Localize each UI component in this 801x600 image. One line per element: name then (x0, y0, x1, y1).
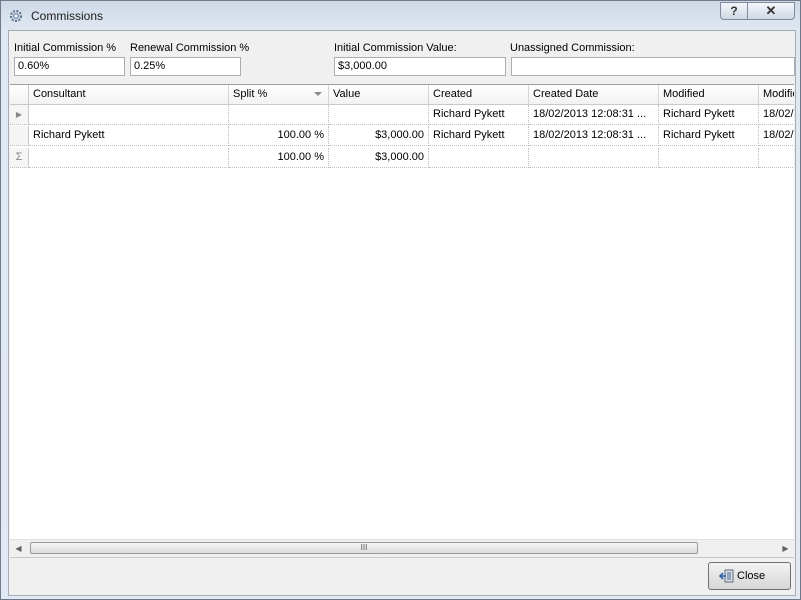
renewal-commission-pct-label: Renewal Commission % (130, 42, 250, 54)
cell-consultant[interactable] (29, 105, 229, 125)
table-row[interactable]: Richard Pykett 100.00 % $3,000.00 Richar… (10, 126, 794, 146)
summary-row: Σ 100.00 % $3,000.00 (10, 148, 794, 168)
column-header-modified-date[interactable]: Modifie (759, 85, 794, 105)
cell-created-date[interactable]: 18/02/2013 12:08:31 ... (529, 105, 659, 125)
cell-created[interactable]: Richard Pykett (429, 126, 529, 146)
scrollbar-thumb[interactable]: III (30, 542, 698, 554)
row-indicator-header (10, 85, 29, 105)
renewal-commission-pct-field[interactable]: 0.25% (130, 57, 241, 76)
cell-created[interactable]: Richard Pykett (429, 105, 529, 125)
help-button[interactable]: ? (720, 2, 748, 20)
window-close-button[interactable]: ✕ (747, 2, 795, 20)
close-button-label: Close (737, 570, 766, 582)
commissions-window: Commissions ? ✕ Initial Commission % 0.6… (0, 0, 801, 600)
column-header-created[interactable]: Created (429, 85, 529, 105)
column-header-modified[interactable]: Modified (659, 85, 759, 105)
button-bar: Close (10, 557, 794, 595)
summary-modified (659, 148, 759, 168)
title-bar: Commissions ? ✕ (1, 1, 800, 30)
unassigned-commission-field[interactable] (511, 57, 795, 76)
initial-commission-value-label: Initial Commission Value: (334, 42, 457, 54)
grid-header-row: Consultant Split % Value Created Created… (10, 85, 794, 105)
cell-consultant[interactable]: Richard Pykett (29, 126, 229, 146)
client-area: Initial Commission % 0.60% Renewal Commi… (8, 30, 796, 596)
summary-split-total: 100.00 % (229, 148, 329, 168)
window-title: Commissions (31, 9, 104, 23)
commissions-grid: Consultant Split % Value Created Created… (10, 84, 794, 555)
column-header-value[interactable]: Value (329, 85, 429, 105)
column-header-split[interactable]: Split % (229, 85, 329, 105)
cell-modified[interactable]: Richard Pykett (659, 105, 759, 125)
exit-door-icon (719, 569, 734, 583)
row-indicator-arrow-icon: ▶ (10, 105, 29, 125)
initial-commission-pct-label: Initial Commission % (14, 42, 117, 54)
cell-modified-date[interactable]: 18/02/ (759, 126, 794, 146)
table-row[interactable]: ▶ Richard Pykett 18/02/2013 12:08:31 ...… (10, 105, 794, 125)
scroll-right-icon[interactable]: ▶ (777, 540, 794, 557)
summary-value-total: $3,000.00 (329, 148, 429, 168)
close-button[interactable]: Close (708, 562, 791, 590)
row-indicator (10, 126, 29, 146)
column-header-split-label: Split % (233, 88, 268, 100)
cell-modified-date[interactable]: 18/02/ (759, 105, 794, 125)
cell-value[interactable]: $3,000.00 (329, 126, 429, 146)
cell-split[interactable]: 100.00 % (229, 126, 329, 146)
gear-icon (10, 10, 22, 22)
summary-modified-date (759, 148, 794, 168)
initial-commission-pct-field[interactable]: 0.60% (14, 57, 125, 76)
column-header-consultant[interactable]: Consultant (29, 85, 229, 105)
cell-split[interactable] (229, 105, 329, 125)
summary-consultant (29, 148, 229, 168)
summary-created (429, 148, 529, 168)
column-header-created-date[interactable]: Created Date (529, 85, 659, 105)
cell-value[interactable] (329, 105, 429, 125)
cell-created-date[interactable]: 18/02/2013 12:08:31 ... (529, 126, 659, 146)
sum-icon: Σ (10, 148, 29, 168)
scroll-left-icon[interactable]: ◀ (10, 540, 27, 557)
horizontal-scrollbar[interactable]: ◀ III ▶ (10, 539, 794, 557)
sort-descending-icon (314, 92, 322, 96)
cell-modified[interactable]: Richard Pykett (659, 126, 759, 146)
summary-created-date (529, 148, 659, 168)
unassigned-commission-label: Unassigned Commission: (510, 42, 635, 54)
initial-commission-value-field[interactable]: $3,000.00 (334, 57, 506, 76)
